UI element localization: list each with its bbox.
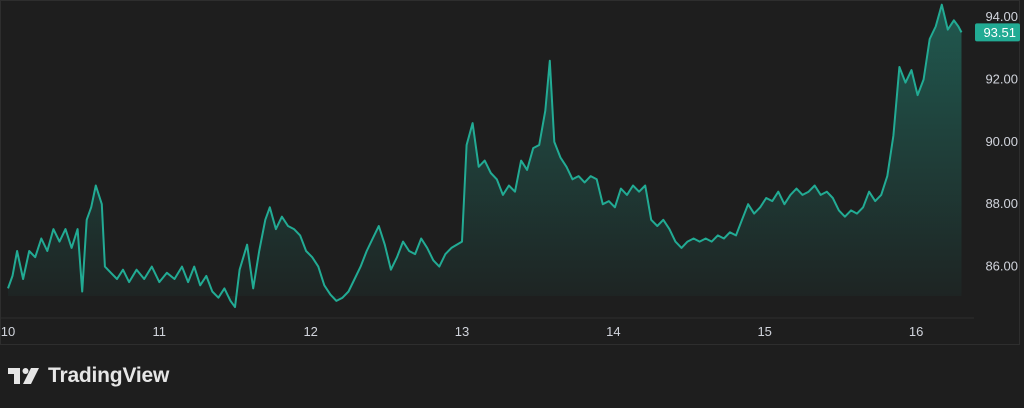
last-price-label: 93.51 (983, 25, 1016, 40)
y-tick-label: 94.00 (985, 9, 1018, 24)
x-tick-label: 12 (303, 324, 317, 339)
brand-name: TradingView (48, 364, 170, 387)
x-tick-label: 16 (909, 324, 923, 339)
chart-panel[interactable]: 10 11 12 13 14 15 16 86.00 88.00 90.00 92.00 94.00… (0, 0, 1024, 345)
y-tick-label: 92.00 (985, 72, 1018, 87)
x-tick-label: 14 (606, 324, 620, 339)
x-tick-label: 10 (1, 324, 15, 339)
price-area-fill (8, 4, 962, 308)
tradingview-logo-icon (8, 368, 39, 384)
x-tick-label: 13 (455, 324, 469, 339)
x-tick-label: 15 (757, 324, 771, 339)
x-tick-label: 11 (153, 324, 167, 339)
price-area-chart[interactable]: 10 11 12 13 14 15 16 86.00 88.00 90.00 92.00 94.00… (0, 0, 1024, 345)
y-tick-label: 90.00 (985, 134, 1018, 149)
y-tick-label: 86.00 (985, 259, 1018, 274)
y-tick-label: 88.00 (985, 196, 1018, 211)
tradingview-brand[interactable]: TradingView (8, 364, 169, 388)
